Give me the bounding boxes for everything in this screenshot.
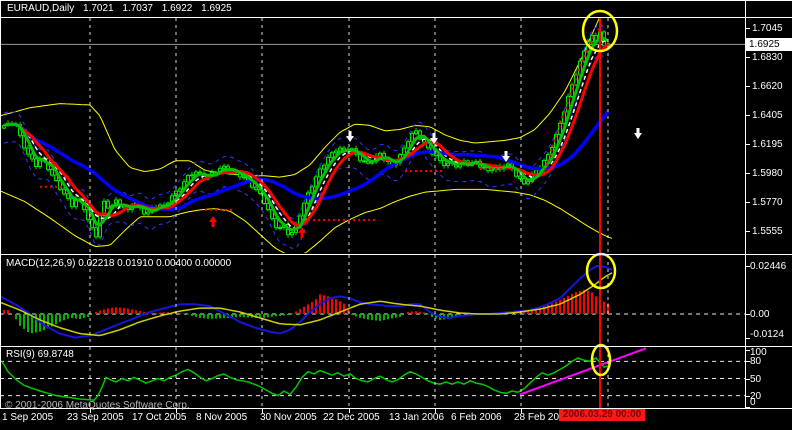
price-tick-label: 1.5770: [752, 197, 783, 208]
symbol-period-label: EURAUD,Daily: [7, 3, 75, 14]
macd-tick-label: -0.0124: [750, 329, 784, 340]
price-tick-label: 1.5980: [752, 168, 783, 179]
macd-tick-label: 0.02446: [750, 261, 787, 272]
mt4-chart-window: EURAUD,Daily 1.7021 1.7037 1.6922 1.6925…: [0, 0, 792, 430]
chart-title: EURAUD,Daily 1.7021 1.7037 1.6922 1.6925: [7, 3, 238, 14]
rsi-tick-label: 50: [750, 374, 762, 385]
copyright-label: © 2001-2006 MetaQuotes Software Corp.: [5, 400, 190, 411]
ohlc-open-value: 1.7021: [83, 3, 114, 14]
rsi-tick-label: 80: [750, 356, 762, 367]
date-tick-label: 13 Jan 2006: [389, 412, 445, 423]
date-tick-label: 8 Nov 2005: [196, 412, 248, 423]
date-tick-label: 23 Sep 2005: [67, 412, 124, 423]
date-tick-label: 6 Feb 2006: [451, 412, 502, 423]
crosshair-date-label: 2006.03.29 00:00: [559, 409, 645, 421]
date-tick-label: 22 Dec 2005: [323, 412, 380, 423]
date-tick-label: 17 Oct 2005: [132, 412, 187, 423]
date-tick-label: 28 Feb 200: [514, 412, 565, 423]
date-tick-label: 30 Nov 2005: [260, 412, 317, 423]
rsi-indicator-label: RSI(9) 69.8748: [6, 349, 74, 360]
price-tick-label: 1.7045: [752, 23, 783, 34]
ohlc-close-value: 1.6925: [201, 3, 232, 14]
macd-tick-label: 0.00: [750, 309, 770, 320]
date-tick-label: 1 Sep 2005: [2, 412, 54, 423]
price-tick-label: 1.6620: [752, 81, 783, 92]
ohlc-low-value: 1.6922: [161, 3, 193, 14]
chart-canvas[interactable]: [0, 0, 792, 430]
price-tick-label: 1.6830: [752, 52, 783, 63]
price-tick-label: 1.6405: [752, 110, 783, 121]
price-tick-label: 1.6195: [752, 139, 783, 150]
price-tick-label: 1.5555: [752, 226, 783, 237]
rsi-tick-label: 0: [750, 397, 756, 408]
macd-indicator-label: MACD(12,26,9) 0.02218 0.01910 0.00400 0.…: [6, 258, 232, 269]
current-price-label: 1.6925: [746, 38, 792, 51]
ohlc-high-value: 1.7037: [122, 3, 153, 14]
